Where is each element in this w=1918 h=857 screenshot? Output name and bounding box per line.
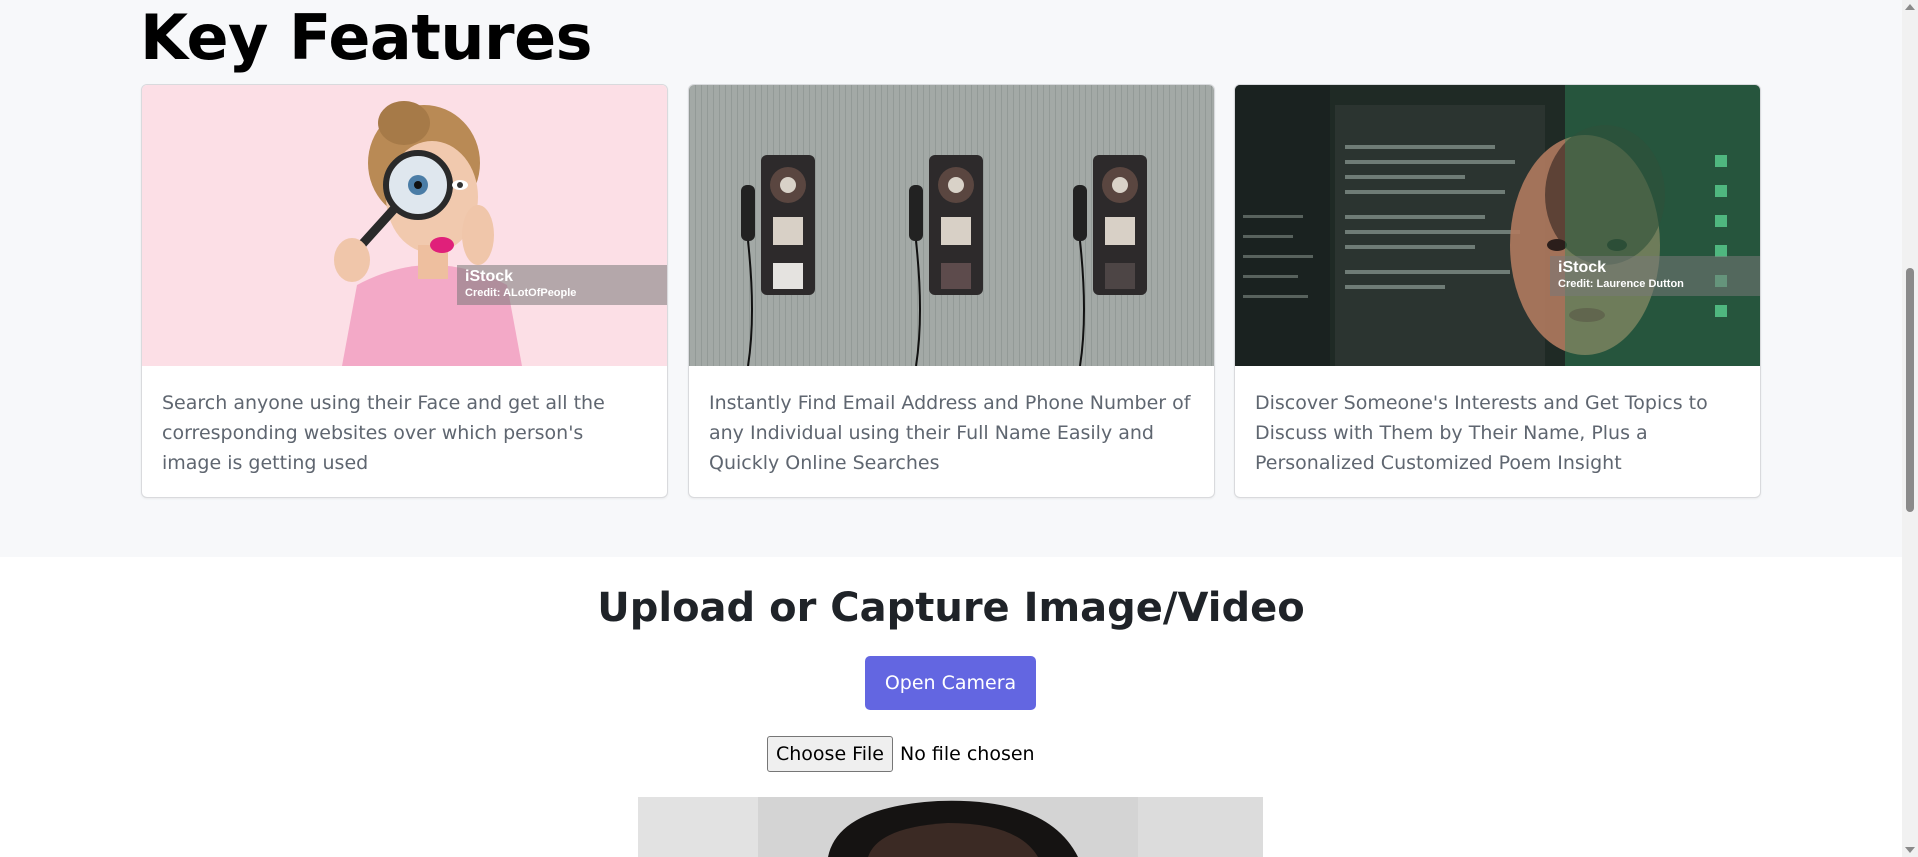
feature-card-email-phone: Instantly Find Email Address and Phone N… xyxy=(688,84,1215,498)
feature-card-text: Instantly Find Email Address and Phone N… xyxy=(709,392,1191,474)
feature-card-text: Discover Someone's Interests and Get Top… xyxy=(1255,392,1708,474)
file-status-text: No file chosen xyxy=(899,743,1035,765)
features-title: Key Features xyxy=(140,1,593,74)
feature-card-face-search: iStock Credit: ALotOfPeople Search anyon… xyxy=(141,84,668,498)
scroll-down-icon[interactable] xyxy=(1905,847,1915,853)
istock-watermark: iStock Credit: Laurence Dutton xyxy=(1550,256,1760,296)
feature-card-text: Search anyone using their Face and get a… xyxy=(162,392,605,474)
feature-image-ai-screen: iStock Credit: Laurence Dutton xyxy=(1235,85,1760,366)
scroll-up-icon[interactable] xyxy=(1905,4,1915,10)
watermark-credit: Credit: Laurence Dutton xyxy=(1558,278,1684,290)
istock-watermark: iStock Credit: ALotOfPeople xyxy=(457,265,667,305)
watermark-credit: Credit: ALotOfPeople xyxy=(465,287,577,299)
page: Key Features iStock Credit: ALotOfPeople… xyxy=(0,0,1918,857)
choose-file-button[interactable]: Choose File xyxy=(767,736,893,772)
camera-preview xyxy=(638,797,1263,857)
file-input: Choose File No file chosen xyxy=(767,736,1035,772)
scrollbar-thumb[interactable] xyxy=(1906,268,1914,512)
open-camera-button[interactable]: Open Camera xyxy=(865,656,1036,710)
feature-image-magnifying-glass: iStock Credit: ALotOfPeople xyxy=(142,85,667,366)
upload-title: Upload or Capture Image/Video xyxy=(597,585,1305,631)
watermark-brand: iStock xyxy=(465,268,514,285)
key-features-section: Key Features iStock Credit: ALotOfPeople… xyxy=(0,0,1902,557)
feature-card-interests: iStock Credit: Laurence Dutton Discover … xyxy=(1234,84,1761,498)
watermark-brand: iStock xyxy=(1558,259,1607,276)
page-scrollbar[interactable] xyxy=(1902,0,1918,857)
feature-image-payphones xyxy=(689,85,1214,366)
